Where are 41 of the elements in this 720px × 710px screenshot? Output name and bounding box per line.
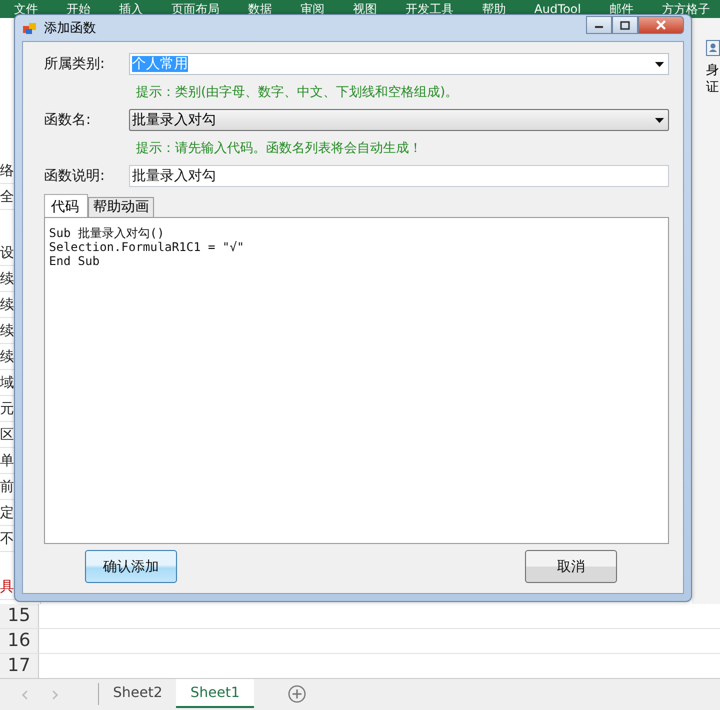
hint-text: 提示：类别(由字母、数字、中文、下划线和空格组成)。 <box>136 84 460 101</box>
ribbon-label: 身 <box>706 62 720 79</box>
add-sheet-icon[interactable] <box>288 685 306 703</box>
ribbon-label: 证 <box>706 79 720 96</box>
description-field[interactable]: 批量录入对勾 <box>129 165 669 187</box>
close-button[interactable] <box>638 16 684 34</box>
minimize-button[interactable] <box>586 16 612 34</box>
sheet-tab[interactable]: Sheet1 <box>176 679 254 708</box>
tab[interactable]: 帮助动画 <box>88 197 154 217</box>
ribbon-tab[interactable]: 插入 <box>116 0 145 18</box>
ribbon-tab[interactable]: 方方格子 <box>660 0 712 18</box>
ribbon-tab[interactable]: 数据 <box>246 0 274 18</box>
ribbon-tab[interactable]: 开始 <box>64 0 92 18</box>
confirm-button[interactable]: 确认添加 <box>85 550 177 583</box>
maximize-button[interactable] <box>612 16 638 34</box>
ribbon-tab[interactable]: 开发工具 <box>403 0 456 18</box>
window-title: 添加函数 <box>44 20 97 37</box>
hint-text: 提示：请先输入代码。函数名列表将会自动生成！ <box>136 140 423 157</box>
ribbon-tab[interactable]: 帮助 <box>480 0 508 18</box>
dropdown-arrow-icon <box>655 118 664 122</box>
function-name-dropdown[interactable]: 批量录入对勾 <box>129 109 669 131</box>
field-label: 函数说明: <box>44 167 106 185</box>
tab[interactable]: 代码 <box>44 194 88 217</box>
field-label: 所属类别: <box>44 55 106 73</box>
ribbon-tab[interactable]: AudTool <box>532 2 583 16</box>
maximize-icon <box>620 20 630 30</box>
dropdown-arrow-icon <box>655 62 664 66</box>
sheet-tab[interactable]: Sheet2 <box>99 679 176 706</box>
cancel-button[interactable]: 取消 <box>525 550 617 583</box>
ribbon-tab[interactable]: 视图 <box>350 0 379 18</box>
ribbon-tab[interactable]: 邮件 <box>607 0 636 18</box>
ribbon-tab[interactable]: 文件 <box>12 0 40 18</box>
app-icon <box>22 20 38 36</box>
ribbon-tab[interactable]: 页面布局 <box>169 0 222 18</box>
close-icon <box>655 20 667 30</box>
row-header[interactable]: 15 <box>0 604 39 628</box>
row-header[interactable]: 17 <box>0 654 39 678</box>
field-label: 函数名: <box>44 111 92 129</box>
ribbon-tab[interactable]: 审阅 <box>298 0 326 18</box>
row-header[interactable]: 16 <box>0 629 39 653</box>
code-editor[interactable]: Sub 批量录入对勾() Selection.FormulaR1C1 = "√" End Sub <box>44 217 669 544</box>
